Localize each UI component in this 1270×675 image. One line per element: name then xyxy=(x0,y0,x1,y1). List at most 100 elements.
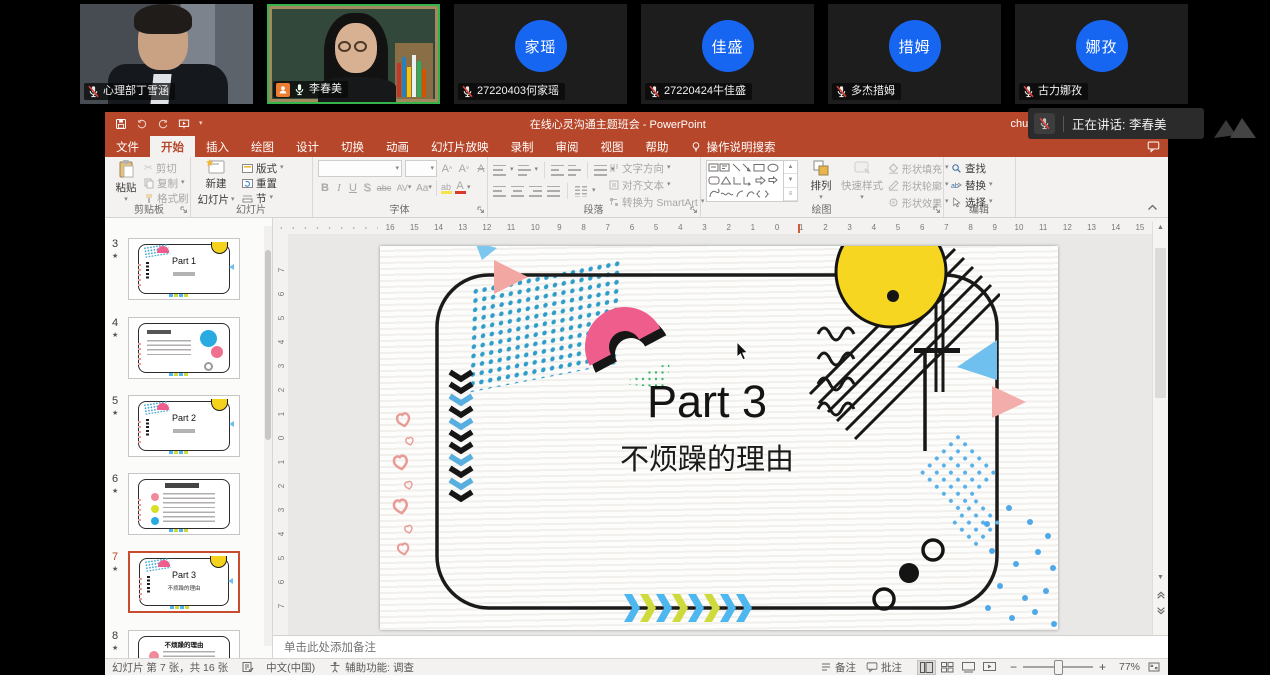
fit-to-window-icon[interactable] xyxy=(1148,661,1160,673)
ribbon-tab[interactable]: 插入 xyxy=(195,136,240,157)
reset-button[interactable]: 重置 xyxy=(242,176,284,190)
thumbnail-slide-5[interactable]: Part 2 xyxy=(128,395,240,457)
save-icon[interactable] xyxy=(115,118,127,130)
participant-tile-4[interactable]: 佳盛 27220424牛佳盛 xyxy=(641,4,814,104)
dialog-launcher-icon[interactable] xyxy=(477,206,485,214)
participant-tile-2-active[interactable]: 李春美 xyxy=(267,4,440,104)
muted-mic-icon[interactable] xyxy=(1034,113,1055,134)
numbering-button[interactable] xyxy=(518,165,531,176)
zoom-level[interactable]: 77% xyxy=(1114,661,1140,673)
redo-icon[interactable] xyxy=(157,118,169,130)
ribbon-tab[interactable]: 设计 xyxy=(285,136,330,157)
align-right-button[interactable] xyxy=(529,186,542,197)
character-spacing-button[interactable]: AV▾ xyxy=(394,180,414,196)
dialog-launcher-icon[interactable] xyxy=(933,206,941,214)
zoom-out-button[interactable]: − xyxy=(1010,660,1017,674)
align-center-button[interactable] xyxy=(511,186,524,197)
paste-button[interactable]: 粘贴 ▾ xyxy=(110,159,142,204)
normal-view-button[interactable] xyxy=(917,660,936,675)
slide-title[interactable]: Part 3 xyxy=(507,376,907,428)
scroll-up-icon[interactable]: ▲ xyxy=(1153,224,1168,231)
thumbnail-slide-4[interactable] xyxy=(128,317,240,379)
replace-button[interactable]: ab替换▾ xyxy=(951,178,993,192)
find-button[interactable]: 查找 xyxy=(951,161,993,175)
justify-button[interactable] xyxy=(547,186,560,197)
thumbnail-slide-6[interactable] xyxy=(128,473,240,535)
shape-outline-button[interactable]: 形状轮廓▾ xyxy=(888,178,949,192)
tell-me-search[interactable]: 操作说明搜索 xyxy=(680,136,786,157)
ribbon-tab[interactable]: 视图 xyxy=(590,136,635,157)
increase-indent-button[interactable] xyxy=(568,165,581,176)
grow-font-button[interactable]: A˄ xyxy=(440,161,454,177)
bold-button[interactable]: B xyxy=(318,180,332,196)
shrink-font-button[interactable]: A˅ xyxy=(457,161,471,177)
layout-button[interactable]: 版式▾ xyxy=(242,161,284,175)
columns-button[interactable] xyxy=(575,186,587,197)
text-shadow-button[interactable]: S xyxy=(360,180,374,196)
zoom-in-button[interactable]: + xyxy=(1099,660,1106,674)
align-text-button[interactable]: 对齐文本▾ xyxy=(609,178,704,192)
slide-canvas[interactable]: Part 3 不烦躁的理由 xyxy=(380,246,1058,630)
scrollbar-thumb[interactable] xyxy=(265,250,271,440)
participant-tile-3[interactable]: 家瑶 27220403何家瑶 xyxy=(454,4,627,104)
thumbnail-slide-8[interactable]: 不烦躁的理由 xyxy=(128,630,240,658)
clear-formatting-button[interactable]: A xyxy=(474,161,488,177)
undo-icon[interactable] xyxy=(136,118,148,130)
text-direction-button[interactable]: 文字方向▾ xyxy=(609,161,704,175)
dialog-launcher-icon[interactable] xyxy=(180,206,188,214)
participant-tile-1[interactable]: 心理部丁雪涵 xyxy=(80,4,253,104)
scroll-down-icon[interactable]: ▼ xyxy=(1153,574,1168,581)
ribbon-tab[interactable]: 帮助 xyxy=(635,136,680,157)
previous-slide-button[interactable] xyxy=(1153,590,1168,600)
decrease-indent-button[interactable] xyxy=(551,165,564,176)
font-size-combo[interactable]: ▾ xyxy=(405,160,437,177)
thumbnails-scrollbar[interactable] xyxy=(264,226,272,646)
strikethrough-button[interactable]: abc xyxy=(374,180,394,196)
comments-icon[interactable] xyxy=(1147,140,1160,153)
ribbon-tab[interactable]: 幻灯片放映 xyxy=(420,136,500,157)
arrange-button[interactable]: 排列 ▾ xyxy=(804,159,838,202)
ribbon-tab[interactable]: 切换 xyxy=(330,136,375,157)
underline-button[interactable]: U xyxy=(346,180,360,196)
next-slide-button[interactable] xyxy=(1153,606,1168,616)
slide-sorter-view-button[interactable] xyxy=(938,660,957,675)
slideshow-view-button[interactable] xyxy=(980,660,999,675)
ribbon-tab[interactable]: 录制 xyxy=(500,136,545,157)
shapes-gallery[interactable]: ▲▼≡ xyxy=(706,160,798,202)
italic-button[interactable]: I xyxy=(332,180,346,196)
bullets-button[interactable] xyxy=(493,165,506,176)
new-slide-button[interactable]: 新建 幻灯片▾ xyxy=(196,159,236,207)
ribbon-tab[interactable]: 审阅 xyxy=(545,136,590,157)
shape-fill-button[interactable]: 形状填充▾ xyxy=(888,161,949,175)
ribbon-tab[interactable]: 开始 xyxy=(150,136,195,157)
notes-pane[interactable]: 单击此处添加备注 xyxy=(273,635,1168,658)
align-left-button[interactable] xyxy=(493,186,506,197)
shapes-gallery-scroll[interactable]: ▲▼≡ xyxy=(783,161,797,201)
spellcheck-icon[interactable] xyxy=(242,661,254,673)
vertical-scrollbar[interactable]: ▲ ▼ xyxy=(1152,222,1168,635)
copy-button[interactable]: 复制▾ xyxy=(144,176,189,190)
participant-tile-5[interactable]: 措姆 多杰措姆 xyxy=(828,4,1001,104)
cut-button[interactable]: ✂剪切 xyxy=(144,161,189,175)
collapse-ribbon-icon[interactable] xyxy=(1147,204,1158,211)
ribbon-tab[interactable]: 动画 xyxy=(375,136,420,157)
comments-toggle[interactable]: 批注 xyxy=(881,660,902,675)
line-spacing-button[interactable] xyxy=(594,165,607,176)
qat-customize-icon[interactable]: ▾ xyxy=(199,120,203,128)
scrollbar-thumb[interactable] xyxy=(1155,248,1166,398)
ribbon-tab[interactable]: 绘图 xyxy=(240,136,285,157)
font-family-combo[interactable]: ▾ xyxy=(318,160,402,177)
zoom-slider[interactable] xyxy=(1023,666,1093,668)
reading-view-button[interactable] xyxy=(959,660,978,675)
notes-toggle[interactable]: 备注 xyxy=(835,660,856,675)
change-case-button[interactable]: Aa▾ xyxy=(414,180,434,196)
start-slideshow-icon[interactable] xyxy=(178,118,190,130)
participant-tile-6[interactable]: 娜孜 古力娜孜 xyxy=(1015,4,1188,104)
zoom-slider-thumb[interactable] xyxy=(1054,660,1063,675)
quick-styles-button[interactable]: 快速样式 ▾ xyxy=(840,159,884,202)
accessibility-status[interactable]: 辅助功能: 调查 xyxy=(345,660,414,675)
language-indicator[interactable]: 中文(中国) xyxy=(266,660,315,675)
thumbnail-slide-3[interactable]: Part 1 xyxy=(128,238,240,300)
thumbnail-slide-7-selected[interactable]: Part 3 不烦躁的理由 xyxy=(128,551,240,613)
dialog-launcher-icon[interactable] xyxy=(690,206,698,214)
